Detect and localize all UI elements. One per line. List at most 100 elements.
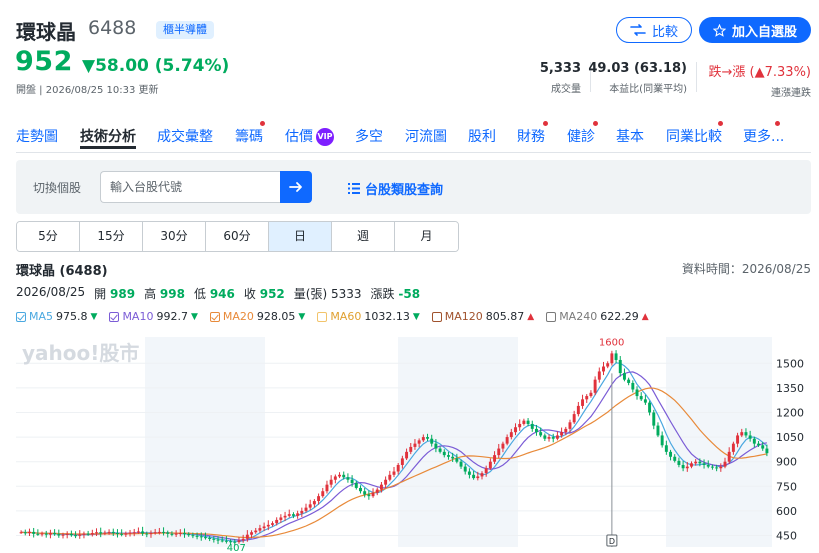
candle-body — [622, 373, 626, 380]
candle-body — [208, 537, 212, 539]
period-30min[interactable]: 30分 — [143, 222, 206, 251]
compare-label: 比較 — [651, 24, 678, 40]
candle-body — [564, 428, 568, 433]
tab-chips[interactable]: 籌碼 — [235, 126, 263, 146]
up-arrow-icon: ▲ — [527, 311, 535, 322]
category-query-link[interactable]: 台股類股查詢 — [348, 179, 443, 198]
tab-technical[interactable]: 技術分析 — [80, 126, 136, 146]
search-submit-button[interactable] — [280, 171, 312, 203]
ohlc-row: 2026/08/25 開 989 高 998 低 946 收 952 量(張) … — [16, 285, 420, 302]
candle-body — [447, 455, 450, 457]
y-tick-label: 1050 — [776, 431, 804, 444]
open-value: 989 — [110, 287, 136, 301]
ma5-toggle[interactable]: MA5 975.8 ▼ — [16, 310, 97, 323]
period-15min[interactable]: 15分 — [80, 222, 143, 251]
tab-trend[interactable]: 走勢圖 — [16, 126, 58, 146]
candle-body — [463, 466, 467, 472]
stat-pe-value: 49.03 (63.18) — [588, 61, 687, 76]
tab-health[interactable]: 健診 — [567, 126, 595, 146]
candle-body — [153, 532, 157, 534]
candle-body — [430, 438, 434, 444]
month-band — [666, 337, 772, 547]
y-tick-label: 750 — [776, 480, 797, 493]
candlestick-chart[interactable]: 1500 1350 1200 1050 900 750 600 450 yahoo!股市 D 160… — [0, 335, 819, 553]
candle-body — [283, 515, 287, 518]
ma20-toggle[interactable]: MA20 928.05 ▼ — [209, 310, 305, 323]
stock-code-input[interactable]: 輸入台股代號 — [100, 171, 280, 203]
candle-body — [166, 532, 170, 534]
ohlc-open: 開 989 — [94, 285, 135, 302]
ma20-value: 928.05 — [256, 310, 296, 323]
watermark: yahoo!股市 — [22, 341, 139, 365]
candle-body — [631, 382, 635, 390]
candle-body — [723, 461, 727, 467]
candle-body — [48, 533, 52, 535]
stat-pe: 49.03 (63.18) 本益比(同業平均) — [588, 61, 687, 95]
notification-dot — [260, 121, 265, 126]
candle-body — [765, 448, 769, 454]
tab-long-short[interactable]: 多空 — [355, 126, 383, 146]
tab-dividend[interactable]: 股利 — [468, 126, 496, 146]
ma60-name: MA60 — [330, 310, 362, 323]
candle-body — [660, 435, 664, 446]
compare-button[interactable]: 比較 — [616, 17, 692, 43]
y-tick-label: 1500 — [776, 357, 804, 370]
period-week[interactable]: 週 — [332, 222, 395, 251]
candle-body — [551, 437, 555, 439]
month-band — [145, 337, 265, 547]
candle-body — [262, 526, 266, 529]
candle-body — [141, 531, 145, 534]
tab-valuation[interactable]: 估價 VIP — [285, 126, 334, 146]
candle-body — [673, 456, 677, 461]
candle-body — [505, 437, 509, 444]
candle-body — [643, 399, 647, 403]
candle-body — [526, 420, 530, 424]
candle-body — [685, 466, 689, 469]
ma120-toggle[interactable]: MA120 805.87 ▲ — [431, 310, 535, 323]
close-label: 收 — [243, 287, 256, 301]
candle-body — [279, 517, 283, 520]
change-label: 漲跌 — [370, 287, 395, 301]
candle-body — [241, 538, 245, 541]
ma60-toggle[interactable]: MA60 1032.13 ▼ — [317, 310, 420, 323]
period-selector: 5分 15分 30分 60分 日 週 月 — [16, 221, 459, 252]
ma5-line — [21, 362, 768, 542]
period-day[interactable]: 日 — [269, 222, 332, 251]
tab-basic[interactable]: 基本 — [616, 126, 644, 146]
candle-body — [480, 473, 484, 477]
candle-body — [174, 533, 178, 535]
tab-trades[interactable]: 成交彙整 — [157, 126, 213, 146]
period-60min[interactable]: 60分 — [206, 222, 269, 251]
stat-streak-value: 跌→漲 (▲7.33%) — [708, 65, 811, 80]
ma120-name: MA120 — [444, 310, 483, 323]
tab-financial[interactable]: 財務 — [517, 126, 545, 146]
sector-badge[interactable]: 櫃半導體 — [156, 21, 214, 39]
period-month[interactable]: 月 — [395, 222, 458, 251]
candle-body — [438, 448, 442, 452]
tab-more[interactable]: 更多... — [743, 126, 784, 146]
period-5min[interactable]: 5分 — [17, 222, 80, 251]
ma10-toggle[interactable]: MA10 992.7 ▼ — [109, 310, 198, 323]
candle-body — [572, 414, 576, 423]
add-watchlist-button[interactable]: 加入自選股 — [699, 17, 811, 43]
candle-body — [694, 461, 698, 464]
notification-dot — [718, 121, 723, 126]
tab-river[interactable]: 河流圖 — [405, 126, 447, 146]
checkbox-icon — [546, 311, 557, 322]
candle-body — [555, 435, 559, 439]
candle-body — [472, 474, 476, 479]
candle-body — [237, 540, 241, 543]
candle-body — [731, 443, 735, 452]
candle-body — [304, 507, 308, 511]
candle-body — [342, 474, 346, 478]
candle-body — [291, 514, 295, 516]
ma240-toggle[interactable]: MA240 622.29 ▲ — [546, 310, 649, 323]
candle-body — [65, 533, 69, 535]
candle-body — [409, 446, 413, 452]
low-value: 946 — [209, 287, 235, 301]
tab-peer-compare[interactable]: 同業比較 — [666, 126, 722, 146]
compare-icon — [630, 24, 646, 36]
stat-streak-label: 連漲連跌 — [771, 88, 811, 99]
month-band — [398, 337, 518, 547]
candle-body — [250, 532, 254, 535]
